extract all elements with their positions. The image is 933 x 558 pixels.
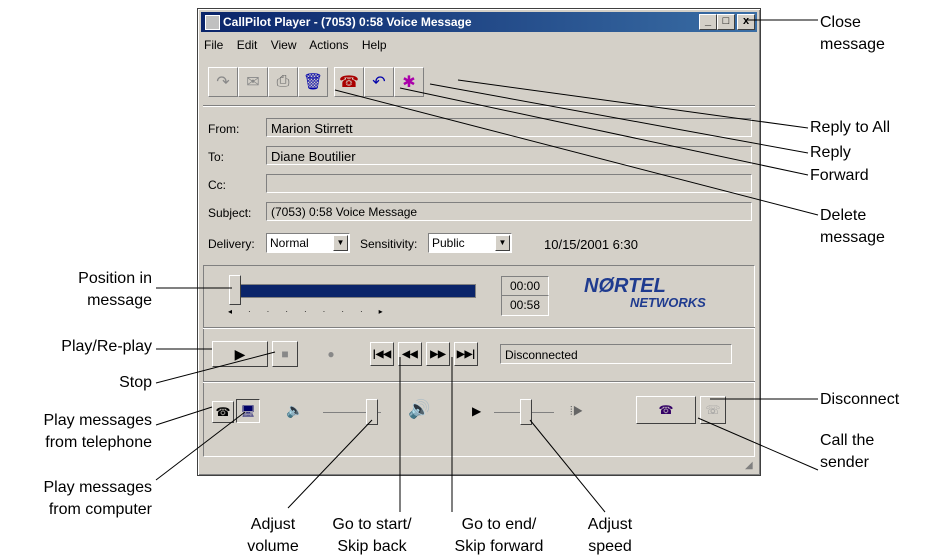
line-speed — [529, 419, 606, 513]
callout-call-sender: Call the sender — [820, 432, 875, 471]
callout-reply-all: Reply to All — [810, 119, 891, 136]
callout-position: Position in message — [78, 270, 152, 309]
callout-close-text: Close message — [820, 14, 885, 53]
line-play-comp — [155, 411, 246, 481]
callout-adjust-volume: Adjust volume — [247, 516, 299, 555]
callout-close: Close message — [820, 12, 885, 56]
line-volume — [287, 419, 373, 509]
callout-adjust-speed: Adjust speed — [587, 516, 633, 555]
callout-play-computer: Play messages from computer — [43, 479, 153, 518]
callout-play-telephone: Play messages from telephone — [43, 412, 153, 451]
callout-go-to-start: Go to start/ Skip back — [332, 516, 412, 555]
callout-delete: Delete message — [820, 207, 885, 246]
line-forward — [399, 87, 809, 176]
line-reply — [429, 83, 809, 154]
line-stop — [155, 351, 276, 384]
callout-go-to-end: Go to end/ Skip forward — [454, 516, 544, 555]
line-play-tel — [155, 406, 213, 426]
line-call-sender — [697, 417, 819, 471]
callout-forward: Forward — [810, 167, 869, 184]
callout-stop: Stop — [119, 374, 152, 391]
callout-play: Play/Re-play — [61, 338, 152, 355]
line-delete — [334, 89, 819, 216]
callout-reply: Reply — [810, 144, 851, 161]
callout-disconnect: Disconnect — [820, 391, 900, 408]
